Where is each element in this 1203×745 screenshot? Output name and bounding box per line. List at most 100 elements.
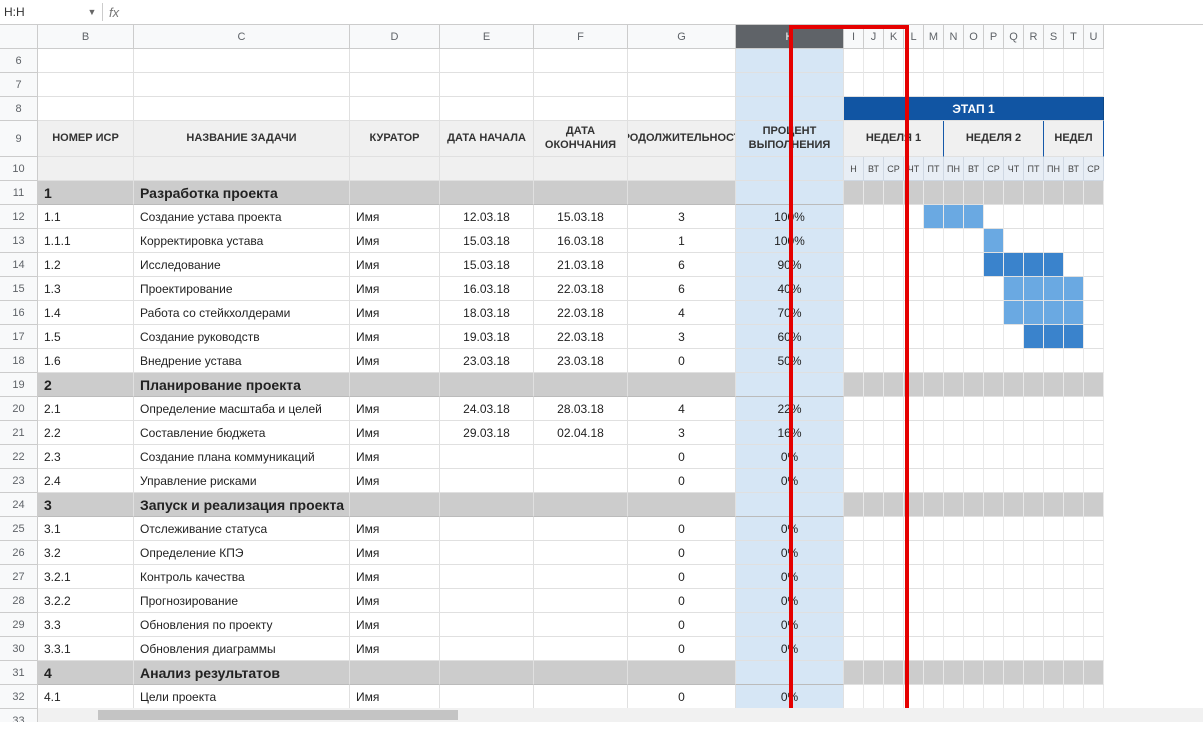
header-cell[interactable] [134, 157, 350, 181]
section-cell[interactable]: Анализ результатов [134, 661, 350, 685]
gantt-cell[interactable] [1084, 49, 1104, 73]
gantt-cell[interactable] [844, 73, 864, 97]
gantt-cell[interactable] [964, 325, 984, 349]
header-cell[interactable]: ДАТА ОКОНЧАНИЯ [534, 121, 628, 157]
gantt-cell[interactable] [1004, 469, 1024, 493]
gantt-cell[interactable] [1064, 253, 1084, 277]
gantt-cell[interactable] [884, 517, 904, 541]
row-header-13[interactable]: 13 [0, 229, 37, 253]
data-cell[interactable]: 18.03.18 [440, 301, 534, 325]
gantt-cell[interactable] [904, 397, 924, 421]
data-cell[interactable]: Цели проекта [134, 685, 350, 709]
data-cell[interactable]: 02.04.18 [534, 421, 628, 445]
section-cell[interactable] [534, 181, 628, 205]
gantt-cell[interactable] [1004, 229, 1024, 253]
gantt-cell[interactable] [984, 661, 1004, 685]
gantt-cell[interactable] [1084, 373, 1104, 397]
gantt-cell[interactable] [1004, 421, 1024, 445]
data-cell[interactable]: 6 [628, 277, 736, 301]
column-header-U[interactable]: U [1084, 25, 1104, 48]
row-header-12[interactable]: 12 [0, 205, 37, 229]
gantt-cell[interactable] [1004, 517, 1024, 541]
gantt-cell[interactable] [984, 421, 1004, 445]
data-cell[interactable] [440, 637, 534, 661]
gantt-cell[interactable] [944, 637, 964, 661]
gantt-cell[interactable] [1084, 229, 1104, 253]
section-cell[interactable] [628, 661, 736, 685]
header-cell[interactable] [38, 157, 134, 181]
gantt-cell[interactable] [964, 469, 984, 493]
row-12[interactable]: 1.1Создание устава проектаИмя12.03.1815.… [38, 205, 1203, 229]
gantt-cell[interactable] [924, 325, 944, 349]
gantt-cell[interactable] [984, 637, 1004, 661]
data-cell[interactable]: 1.1.1 [38, 229, 134, 253]
gantt-cell[interactable] [864, 229, 884, 253]
data-cell[interactable]: Имя [350, 517, 440, 541]
gantt-cell[interactable] [964, 565, 984, 589]
row-27[interactable]: 3.2.1Контроль качестваИмя00% [38, 565, 1203, 589]
gantt-cell[interactable] [1004, 445, 1024, 469]
data-cell[interactable] [440, 613, 534, 637]
gantt-cell[interactable] [1084, 205, 1104, 229]
data-cell[interactable]: 0% [736, 685, 844, 709]
gantt-cell[interactable] [1044, 421, 1064, 445]
column-header-C[interactable]: C [134, 25, 350, 48]
row-header-14[interactable]: 14 [0, 253, 37, 277]
gantt-cell[interactable] [844, 445, 864, 469]
gantt-cell[interactable] [964, 181, 984, 205]
data-cell[interactable]: 16% [736, 421, 844, 445]
gantt-cell[interactable] [864, 49, 884, 73]
gantt-cell[interactable] [1024, 637, 1044, 661]
section-cell[interactable] [736, 373, 844, 397]
data-cell[interactable]: 21.03.18 [534, 253, 628, 277]
row-6[interactable] [38, 49, 1203, 73]
row-header-19[interactable]: 19 [0, 373, 37, 397]
data-cell[interactable]: Создание устава проекта [134, 205, 350, 229]
gantt-cell[interactable] [1044, 325, 1064, 349]
gantt-cell[interactable] [844, 277, 864, 301]
data-cell[interactable]: 2.1 [38, 397, 134, 421]
data-cell[interactable] [534, 445, 628, 469]
data-cell[interactable]: 0 [628, 349, 736, 373]
gantt-cell[interactable] [1044, 565, 1064, 589]
gantt-cell[interactable] [1004, 565, 1024, 589]
gantt-cell[interactable] [1064, 349, 1084, 373]
data-cell[interactable]: 24.03.18 [440, 397, 534, 421]
gantt-cell[interactable] [1084, 325, 1104, 349]
gantt-cell[interactable] [964, 685, 984, 709]
data-cell[interactable]: Имя [350, 469, 440, 493]
data-cell[interactable]: 60% [736, 325, 844, 349]
column-header-G[interactable]: G [628, 25, 736, 48]
row-21[interactable]: 2.2Составление бюджетаИмя29.03.1802.04.1… [38, 421, 1203, 445]
gantt-cell[interactable] [1084, 301, 1104, 325]
gantt-cell[interactable] [964, 637, 984, 661]
gantt-cell[interactable] [944, 229, 964, 253]
data-cell[interactable]: Управление рисками [134, 469, 350, 493]
gantt-cell[interactable] [964, 421, 984, 445]
gantt-cell[interactable] [964, 73, 984, 97]
gantt-cell[interactable] [924, 613, 944, 637]
gantt-cell[interactable] [1084, 181, 1104, 205]
formula-input[interactable] [125, 1, 1203, 23]
gantt-cell[interactable] [904, 637, 924, 661]
data-cell[interactable]: 0 [628, 469, 736, 493]
data-cell[interactable]: 90% [736, 253, 844, 277]
data-cell[interactable]: 0% [736, 637, 844, 661]
header-cell[interactable] [534, 157, 628, 181]
data-cell[interactable]: Обновления диаграммы [134, 637, 350, 661]
gantt-cell[interactable] [944, 49, 964, 73]
gantt-cell[interactable] [984, 49, 1004, 73]
row-17[interactable]: 1.5Создание руководствИмя19.03.1822.03.1… [38, 325, 1203, 349]
data-cell[interactable]: 0% [736, 565, 844, 589]
data-cell[interactable] [440, 565, 534, 589]
data-cell[interactable]: 1.6 [38, 349, 134, 373]
gantt-cell[interactable] [884, 73, 904, 97]
gantt-cell[interactable] [924, 469, 944, 493]
column-header-S[interactable]: S [1044, 25, 1064, 48]
gantt-cell[interactable] [1024, 421, 1044, 445]
row-header-18[interactable]: 18 [0, 349, 37, 373]
gantt-cell[interactable] [844, 685, 864, 709]
gantt-cell[interactable] [924, 493, 944, 517]
gantt-cell[interactable] [1044, 469, 1064, 493]
row-14[interactable]: 1.2ИсследованиеИмя15.03.1821.03.18690% [38, 253, 1203, 277]
